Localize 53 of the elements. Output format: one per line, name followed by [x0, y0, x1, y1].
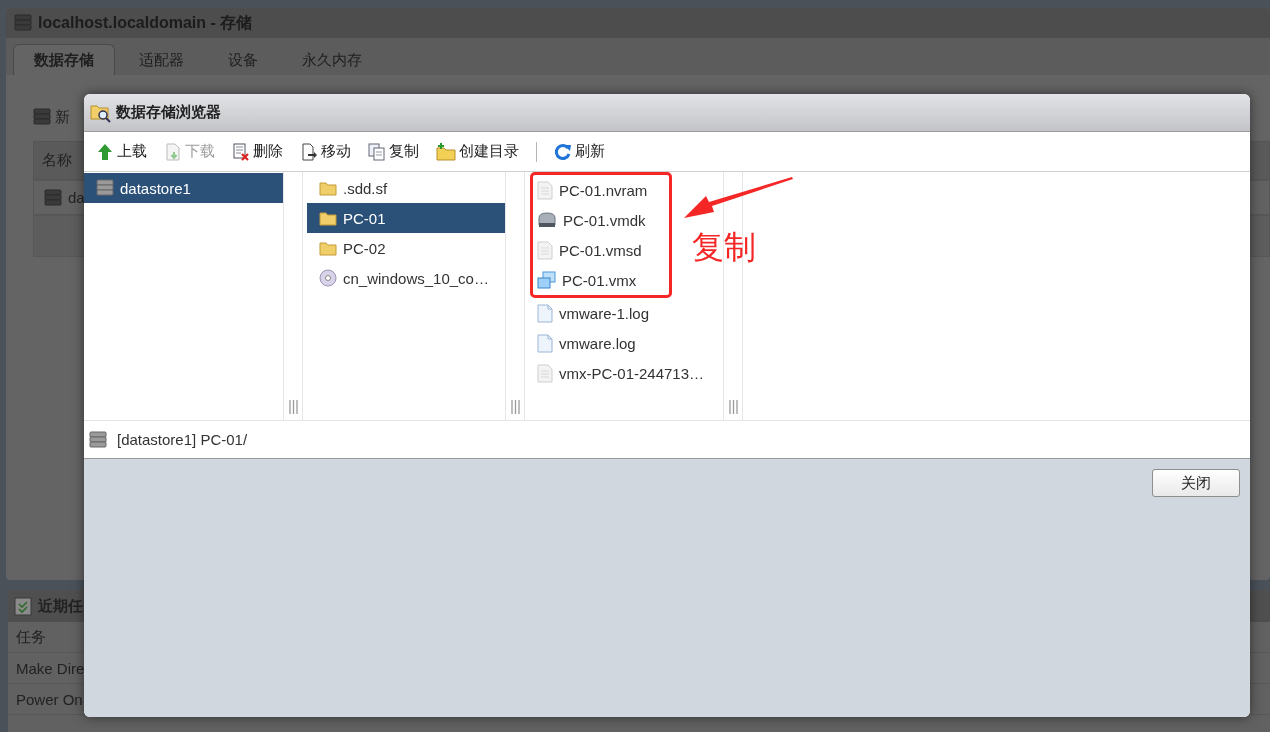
file-item[interactable]: PC-01.nvram: [533, 175, 652, 205]
folder-item[interactable]: PC-02: [307, 233, 505, 263]
datastore-item[interactable]: datastore1: [84, 173, 283, 203]
document-icon: [537, 333, 553, 353]
folder-icon: [319, 210, 337, 226]
clipboard-check-icon: [14, 596, 32, 616]
task-name: Power On: [16, 690, 83, 708]
resize-grip-icon[interactable]: [728, 400, 738, 414]
task-name: Make Dire: [16, 659, 85, 677]
database-icon: [89, 430, 107, 449]
table-cell: da: [68, 189, 85, 206]
file-item[interactable]: vmware.log: [525, 328, 640, 358]
document-icon: [537, 240, 553, 260]
column-header: 任务: [16, 627, 46, 647]
new-folder-icon: [436, 142, 456, 161]
folder-search-icon: [90, 102, 112, 123]
folder-icon: [319, 240, 337, 256]
up-arrow-icon: [96, 142, 114, 161]
database-icon: [96, 179, 114, 197]
refresh-button[interactable]: 刷新: [554, 142, 605, 161]
mkdir-button[interactable]: 创建目录: [436, 142, 519, 161]
annotation-label: 复制: [692, 230, 756, 266]
database-icon: [44, 188, 62, 207]
refresh-icon: [554, 142, 572, 161]
folder-item[interactable]: .sdd.sf: [307, 173, 505, 203]
document-download-icon: [164, 142, 182, 161]
file-item[interactable]: PC-01.vmsd: [533, 235, 646, 265]
column-header: 名称: [42, 151, 72, 170]
document-icon: [537, 303, 553, 323]
file-item[interactable]: PC-01.vmdk: [533, 205, 650, 235]
file-item[interactable]: cn_windows_10_co…: [307, 263, 505, 293]
upload-button[interactable]: 上载: [96, 142, 147, 161]
disc-icon: [319, 269, 337, 287]
copy-button[interactable]: 复制: [368, 142, 419, 161]
current-path: [datastore1] PC-01/: [117, 431, 248, 448]
document-icon: [537, 180, 553, 200]
document-arrow-icon: [300, 142, 318, 161]
delete-icon: [232, 142, 250, 161]
copy-icon: [368, 142, 386, 161]
folder-item[interactable]: PC-01: [307, 203, 505, 233]
dialog-title: 数据存储浏览器: [116, 103, 221, 122]
delete-button[interactable]: 删除: [232, 142, 283, 161]
database-icon: [14, 14, 32, 32]
database-icon: [33, 108, 51, 126]
close-button[interactable]: 关闭: [1152, 469, 1240, 497]
move-button[interactable]: 移动: [300, 142, 351, 161]
file-item[interactable]: PC-01.vmx: [533, 265, 641, 295]
window-stack-icon: [537, 271, 556, 289]
resize-grip-icon[interactable]: [288, 400, 298, 414]
file-item[interactable]: vmware-1.log: [525, 298, 654, 328]
document-icon: [537, 363, 553, 383]
file-item[interactable]: vmx-PC-01-244713…: [525, 358, 709, 388]
resize-grip-icon[interactable]: [510, 400, 520, 414]
